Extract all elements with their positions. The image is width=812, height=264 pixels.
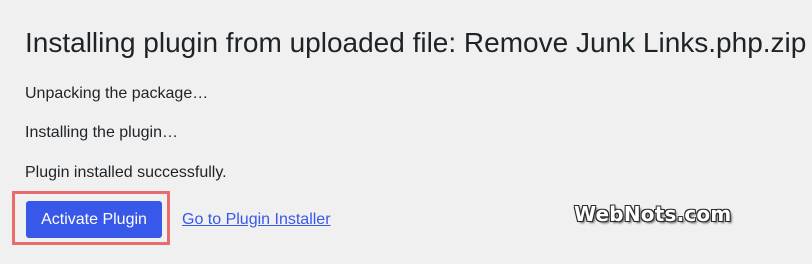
page-title: Installing plugin from uploaded file: Re… bbox=[25, 27, 807, 58]
status-unpacking: Unpacking the package… bbox=[25, 85, 209, 102]
activate-plugin-button[interactable]: Activate Plugin bbox=[26, 201, 162, 238]
status-installing: Installing the plugin… bbox=[25, 124, 178, 141]
status-success: Plugin installed successfully. bbox=[25, 164, 227, 181]
webnots-watermark: WebNots.com bbox=[574, 202, 732, 226]
plugin-installer-link[interactable]: Go to Plugin Installer bbox=[182, 210, 331, 230]
